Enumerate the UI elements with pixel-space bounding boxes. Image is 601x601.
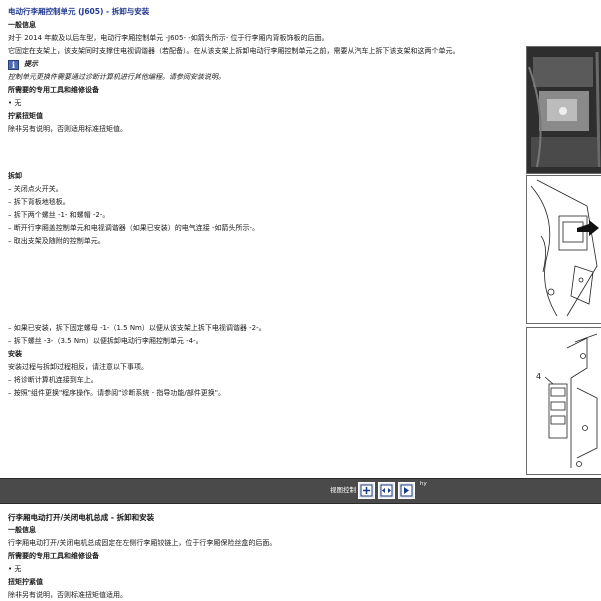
removal-step: – 取出支架及随附的控制单元。 xyxy=(8,237,105,245)
torque-heading: 扭矩拧紧值 xyxy=(8,578,43,586)
zoom-out-icon xyxy=(400,484,413,497)
removal-step: – 拆下螺丝 -3-（3.5 Nm）以便拆卸电动行李厢控制单元 -4-。 xyxy=(8,337,203,345)
section-title: 行李厢电动打开/关闭电机总成 - 拆卸和安装 xyxy=(8,513,155,522)
note-text: 控制单元更换件需要通过诊断计算机进行其他编程。请参阅安装说明。 xyxy=(8,73,225,81)
figure-bracket-drawing xyxy=(526,175,601,324)
special-tools-item: • 无 xyxy=(8,99,22,107)
zoom-in-button[interactable] xyxy=(358,482,375,499)
document-page-1: 电动行李厢控制单元 (J605) - 拆卸与安装 一般信息 对于 2014 年款… xyxy=(0,0,601,478)
removal-step: – 关闭点火开关。 xyxy=(8,185,63,193)
torque-text: 除非另有说明，否则标准扭矩值适用。 xyxy=(8,591,127,599)
fit-width-button[interactable] xyxy=(378,482,395,499)
special-tools-heading: 所需要的专用工具和维修设备 xyxy=(8,86,99,94)
special-tools-item: • 无 xyxy=(8,565,22,573)
document-page-2: 行李厢电动打开/关闭电机总成 - 拆卸和安装 一般信息 行李厢电动打开/关闭电机… xyxy=(0,503,601,601)
install-step: 安装过程与拆卸过程相反，请注意以下事项。 xyxy=(8,363,148,371)
removal-step: – 如果已安装，拆下固定螺母 -1-（1.5 Nm）以便从该支架上拆下电视调谐器… xyxy=(8,324,266,332)
install-step: – 将诊断计算机连接到车上。 xyxy=(8,376,98,384)
removal-heading: 拆卸 xyxy=(8,172,22,180)
general-info-text-2: 它固定在支架上，该支架同时支撑住电视调谐器（若配备）。在从该支架上拆卸电动行李厢… xyxy=(8,47,460,55)
general-info-heading: 一般信息 xyxy=(8,526,36,534)
general-info-text-1: 行李厢电动打开/关闭电机总成固定在左侧行李厢铰链上，位于行李厢保险丝盒的后面。 xyxy=(8,539,277,547)
special-tools-heading: 所需要的专用工具和维修设备 xyxy=(8,552,99,560)
fit-width-icon xyxy=(380,484,393,497)
install-step: – 按照"组件更换"程序操作。请参阅"诊断系统 - 指导功能/部件更换"。 xyxy=(8,389,225,397)
general-info-text-1: 对于 2014 年款及以后车型，电动行李厢控制单元 -J605- -如箭头所示-… xyxy=(8,34,329,42)
figure-exploded-drawing: 4 xyxy=(526,327,601,475)
removal-step: – 拆下背板地毯板。 xyxy=(8,198,70,206)
hyphen-label: hy xyxy=(420,481,427,487)
view-toolbar: 视图控制 hy xyxy=(0,478,601,504)
torque-text: 除非另有说明，否则适用标准扭矩值。 xyxy=(8,125,127,133)
general-info-heading: 一般信息 xyxy=(8,21,36,29)
zoom-label: 视图控制 xyxy=(330,486,356,494)
note-label: 提示 xyxy=(24,60,38,68)
info-icon: i xyxy=(8,60,19,70)
figure-callout: 4 xyxy=(536,372,541,381)
torque-heading: 拧紧扭矩值 xyxy=(8,112,43,120)
install-heading: 安装 xyxy=(8,350,22,358)
figure-trunk-photo xyxy=(526,46,601,174)
zoom-out-button[interactable] xyxy=(398,482,415,499)
section-title: 电动行李厢控制单元 (J605) - 拆卸与安装 xyxy=(8,7,150,16)
zoom-in-icon xyxy=(360,484,373,497)
removal-step: – 拆下两个螺丝 -1- 和螺帽 -2-。 xyxy=(8,211,110,219)
removal-step: – 断开行李厢盖控制单元和电视调谐器（如果已安装）的电气连接 -如箭头所示-。 xyxy=(8,224,260,232)
